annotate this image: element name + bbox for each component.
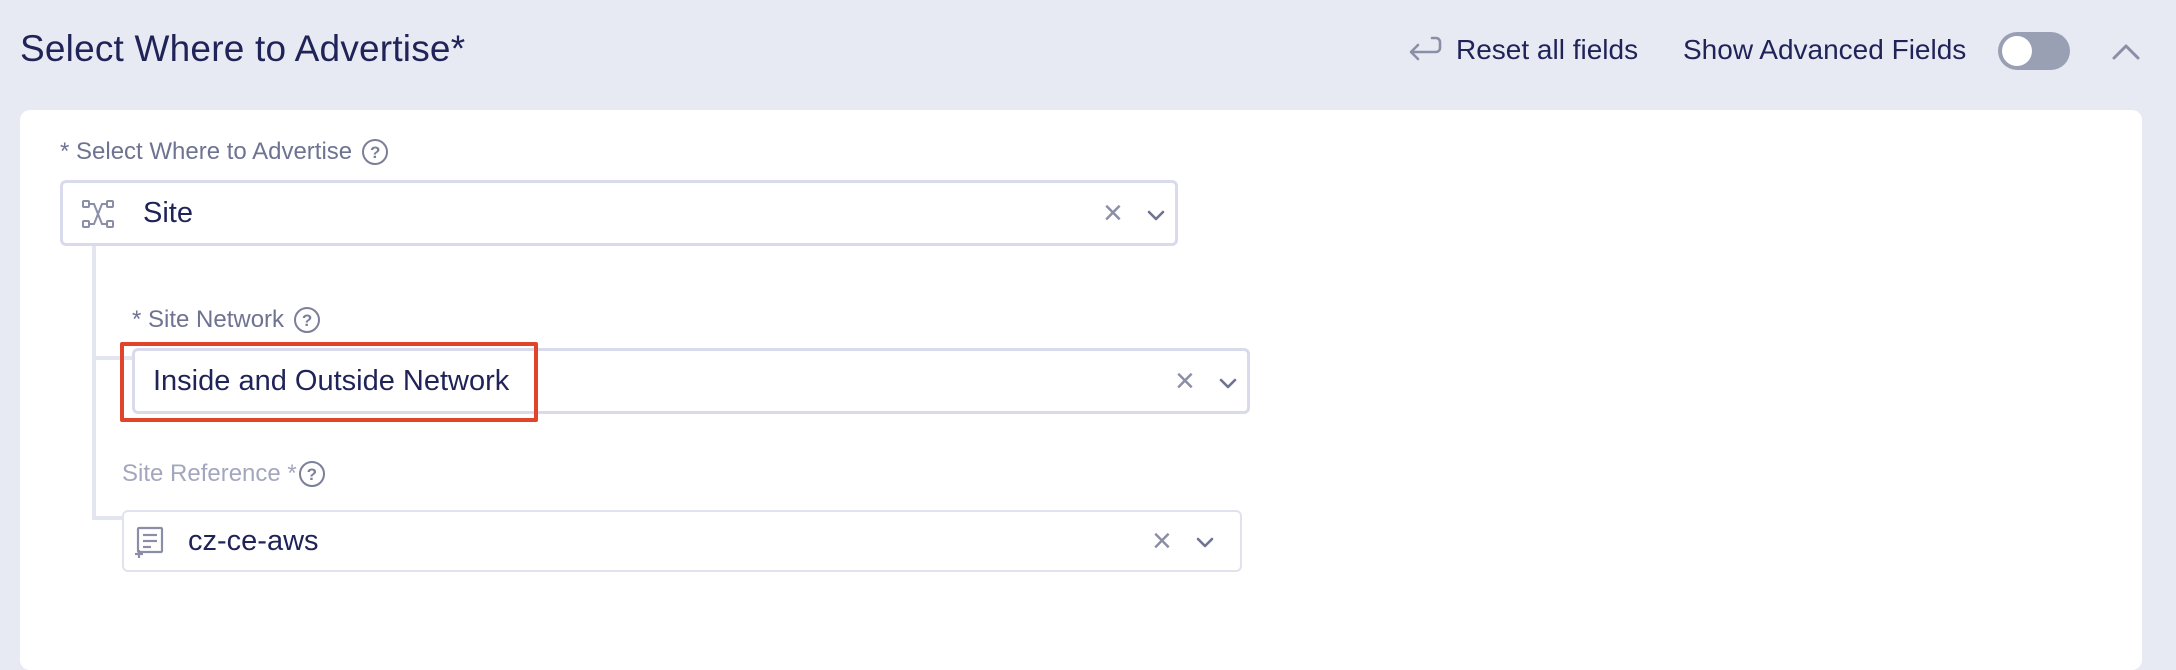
chevron-down-icon[interactable]: [1145, 208, 1167, 222]
site-reference-select[interactable]: cz-ce-aws ×: [122, 510, 1242, 572]
where-to-advertise-label: * Select Where to Advertise ?: [60, 138, 389, 166]
required-mark: *: [450, 28, 466, 69]
undo-arrow-icon: [1409, 36, 1442, 61]
reset-all-fields-button[interactable]: Reset all fields: [1406, 32, 1638, 68]
chevron-down-icon[interactable]: [1217, 376, 1239, 390]
reset-label: Reset all fields: [1456, 34, 1639, 65]
form-card: * Select Where to Advertise ? Site × * S…: [20, 110, 2142, 670]
network-topology-icon: [82, 200, 114, 228]
chevron-down-icon[interactable]: [1194, 535, 1216, 549]
tree-connector-vertical: [92, 246, 96, 520]
where-label-text: * Select Where to Advertise: [60, 138, 353, 165]
help-icon[interactable]: ?: [294, 307, 321, 333]
where-select-value: Site: [143, 196, 193, 229]
site-reference-value: cz-ce-aws: [188, 524, 319, 557]
clear-icon[interactable]: ×: [1152, 524, 1172, 558]
site-network-label-text: * Site Network: [132, 306, 285, 333]
clear-icon[interactable]: ×: [1175, 364, 1195, 398]
show-advanced-toggle[interactable]: [1998, 32, 2070, 70]
show-advanced-label: Show Advanced Fields: [1683, 34, 1967, 65]
chevron-up-icon[interactable]: [2108, 36, 2144, 66]
highlight-box: [120, 342, 538, 422]
toggle-knob: [2002, 36, 2032, 66]
site-reference-label-text: Site Reference *: [122, 460, 297, 487]
clear-icon[interactable]: ×: [1103, 196, 1123, 230]
section-title: Select Where to Advertise*: [20, 28, 465, 70]
section-header: Select Where to Advertise* Reset all fie…: [0, 0, 2176, 108]
site-reference-label: Site Reference * ?: [122, 460, 325, 488]
help-icon[interactable]: ?: [298, 461, 325, 487]
section-title-text: Select Where to Advertise: [20, 28, 451, 69]
where-to-advertise-select[interactable]: Site ×: [60, 180, 1178, 246]
help-icon[interactable]: ?: [362, 139, 389, 165]
reference-list-icon: [135, 526, 164, 558]
site-network-label: * Site Network ?: [132, 306, 321, 334]
